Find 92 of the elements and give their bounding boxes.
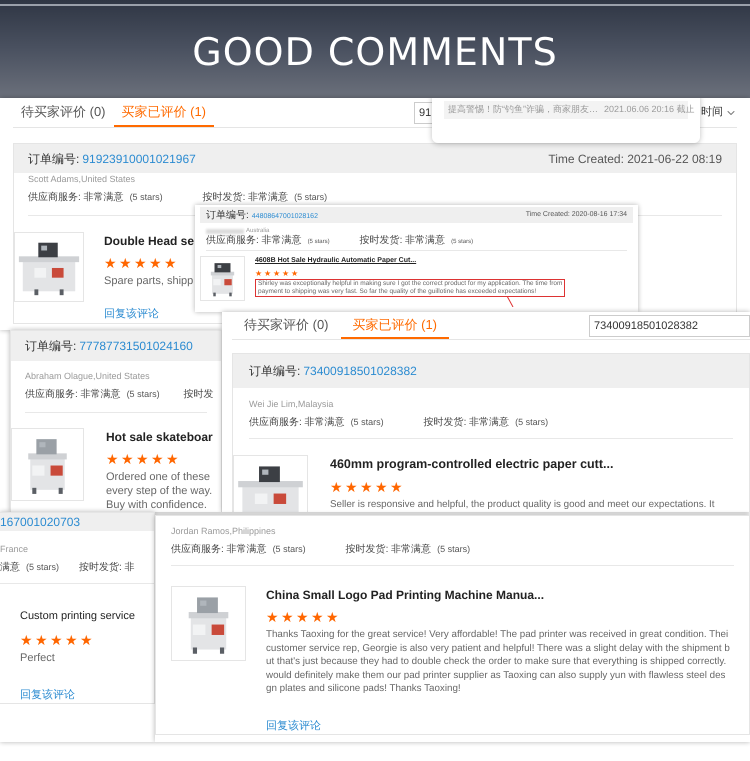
- rating-count: (5 stars): [350, 416, 384, 429]
- star-icon: ★: [345, 480, 358, 494]
- sort-label[interactable]: 时间: [701, 104, 723, 121]
- rating-count: (5 stars): [515, 416, 548, 429]
- reply-link[interactable]: 回复该评论: [20, 686, 75, 703]
- rating-count: (5 stars): [126, 388, 160, 401]
- buyer-name: Wei Jie Lim,Malaysia: [249, 398, 334, 410]
- order-number[interactable]: 167001020703: [0, 513, 80, 531]
- rating-label: 按时发货: 非: [79, 560, 135, 575]
- rating-label: 供应商服务: 非常满意: [25, 388, 121, 402]
- review-text: Ordered one of these: [106, 470, 211, 484]
- product-title[interactable]: Double Head se: [104, 232, 194, 250]
- review-text: Perfect: [20, 650, 55, 664]
- product-title[interactable]: China Small Logo Pad Printing Machine Manua...: [266, 586, 544, 604]
- reply-link[interactable]: 回复该评论: [266, 718, 321, 734]
- star-icon: ★: [65, 632, 78, 646]
- review-text: gn plates and silicone pads! Thanks Taoxing!: [266, 682, 462, 696]
- star-icon: ★: [255, 270, 262, 278]
- rating-label: 供应商服务: 非常满意: [171, 542, 267, 557]
- star-icon: ★: [326, 610, 339, 624]
- review-text: customer service rep, Georgie is also very patient and helpful! There was a slight delay with the shipment b: [266, 642, 730, 655]
- star-icon: ★: [50, 632, 63, 646]
- star-icon: ★: [281, 610, 294, 624]
- buyer-name: Scott Adams,United States: [28, 173, 136, 185]
- star-icon: ★: [330, 480, 343, 494]
- rating-label: 供应商服务: 非常满意: [28, 190, 124, 205]
- order-label: 订单编号:: [28, 150, 80, 168]
- star-icon: ★: [266, 610, 279, 624]
- star-icon: ★: [375, 480, 388, 494]
- star-icon: ★: [390, 480, 403, 494]
- rating-count: (5 stars): [130, 191, 163, 204]
- order-number[interactable]: 77787731501024160: [79, 337, 193, 355]
- banner-title: GOOD COMMENTS: [192, 28, 558, 76]
- review-text: Thanks Taoxing for the great service! Very affordable! The pad printer was received in great condition. Thei: [266, 628, 730, 642]
- star-icon: ★: [35, 632, 48, 646]
- rating-label: 按时发货: 非常满意: [360, 235, 446, 247]
- product-title[interactable]: Hot sale skateboar: [106, 428, 213, 446]
- rating-label: 供应商服务: 非常满意: [206, 235, 302, 247]
- rating-label: 按时发: [184, 388, 214, 402]
- rating-count: (5 stars): [294, 191, 328, 204]
- tab[interactable]: 待买家评价 (0): [13, 98, 114, 127]
- star-icon: ★: [273, 270, 280, 278]
- star-icon: ★: [106, 452, 119, 466]
- order-label: 订单编号:: [206, 208, 249, 222]
- order-label: 订单编号:: [25, 338, 76, 355]
- search-field[interactable]: 73400918501028382: [589, 314, 750, 336]
- notice-time: 2021.06.06 20:16 截止: [604, 103, 695, 116]
- star-icon: ★: [80, 632, 93, 646]
- buyer-name: Jordan Ramos,Philippines: [171, 525, 276, 537]
- tab[interactable]: 待买家评价 (0): [232, 312, 340, 339]
- product-title[interactable]: 460mm program-controlled electric paper cutt...: [330, 455, 614, 474]
- order-label: 订单编号:: [249, 363, 300, 380]
- star-icon: ★: [166, 452, 179, 466]
- review-text: Spare parts, shipp: [104, 274, 194, 288]
- star-icon: ★: [264, 270, 271, 278]
- rating-label: 供应商服务: 非常满意: [249, 416, 345, 430]
- review-text: every step of the way.: [106, 484, 212, 498]
- star-icon: ★: [360, 480, 373, 494]
- star-icon: ★: [134, 256, 147, 270]
- review-text: Buy with confidence.: [106, 498, 208, 512]
- rating-label: 按时发货: 非常满意: [202, 190, 288, 205]
- star-icon: ★: [291, 270, 298, 278]
- star-icon: ★: [104, 256, 117, 270]
- star-icon: ★: [149, 256, 162, 270]
- rating-count: (5 stars): [272, 543, 306, 556]
- star-icon: ★: [151, 452, 164, 466]
- star-icon: ★: [311, 610, 324, 624]
- star-icon: ★: [20, 632, 33, 646]
- rating-label: 满意: [0, 560, 20, 575]
- rating-count: (5 stars): [437, 543, 470, 556]
- star-icon: ★: [121, 452, 134, 466]
- product-title[interactable]: Custom printing service: [20, 608, 135, 624]
- star-icon: ★: [119, 256, 132, 270]
- notice-text: 提高警惕！防“钓鱼”诈骗，商家朋友…: [448, 103, 598, 116]
- review-text: ut that's just because they had to double check the order to make sure that everything is shipped correctly.: [266, 655, 728, 668]
- star-icon: ★: [164, 256, 177, 270]
- star-icon: ★: [136, 452, 149, 466]
- star-icon: ★: [282, 270, 289, 278]
- order-number[interactable]: 91923910001021967: [82, 150, 196, 168]
- rating-count: (5 stars): [26, 561, 60, 574]
- reply-link[interactable]: 回复该评论: [104, 306, 159, 322]
- buyer-name: Abraham Olague,United States: [25, 370, 150, 382]
- tab[interactable]: 买家已评价 (1): [340, 312, 449, 339]
- order-number[interactable]: 73400918501028382: [303, 362, 417, 380]
- review-text: Seller is responsive and helpful, the product quality is good and meet our expectations. It: [330, 498, 714, 512]
- rating-label: 按时发货: 非常满意: [346, 542, 432, 557]
- tab[interactable]: 买家已评价 (1): [114, 98, 214, 127]
- review-text: would definitely make them our pad printer supplier as Taoxing can also supply yun with flawless steel des: [266, 668, 726, 682]
- buyer-name: France: [0, 543, 28, 555]
- star-icon: ★: [296, 610, 309, 624]
- rating-label: 按时发货: 非常满意: [424, 416, 510, 430]
- time-created: Time Created: 2021-06-22 08:19: [548, 150, 722, 168]
